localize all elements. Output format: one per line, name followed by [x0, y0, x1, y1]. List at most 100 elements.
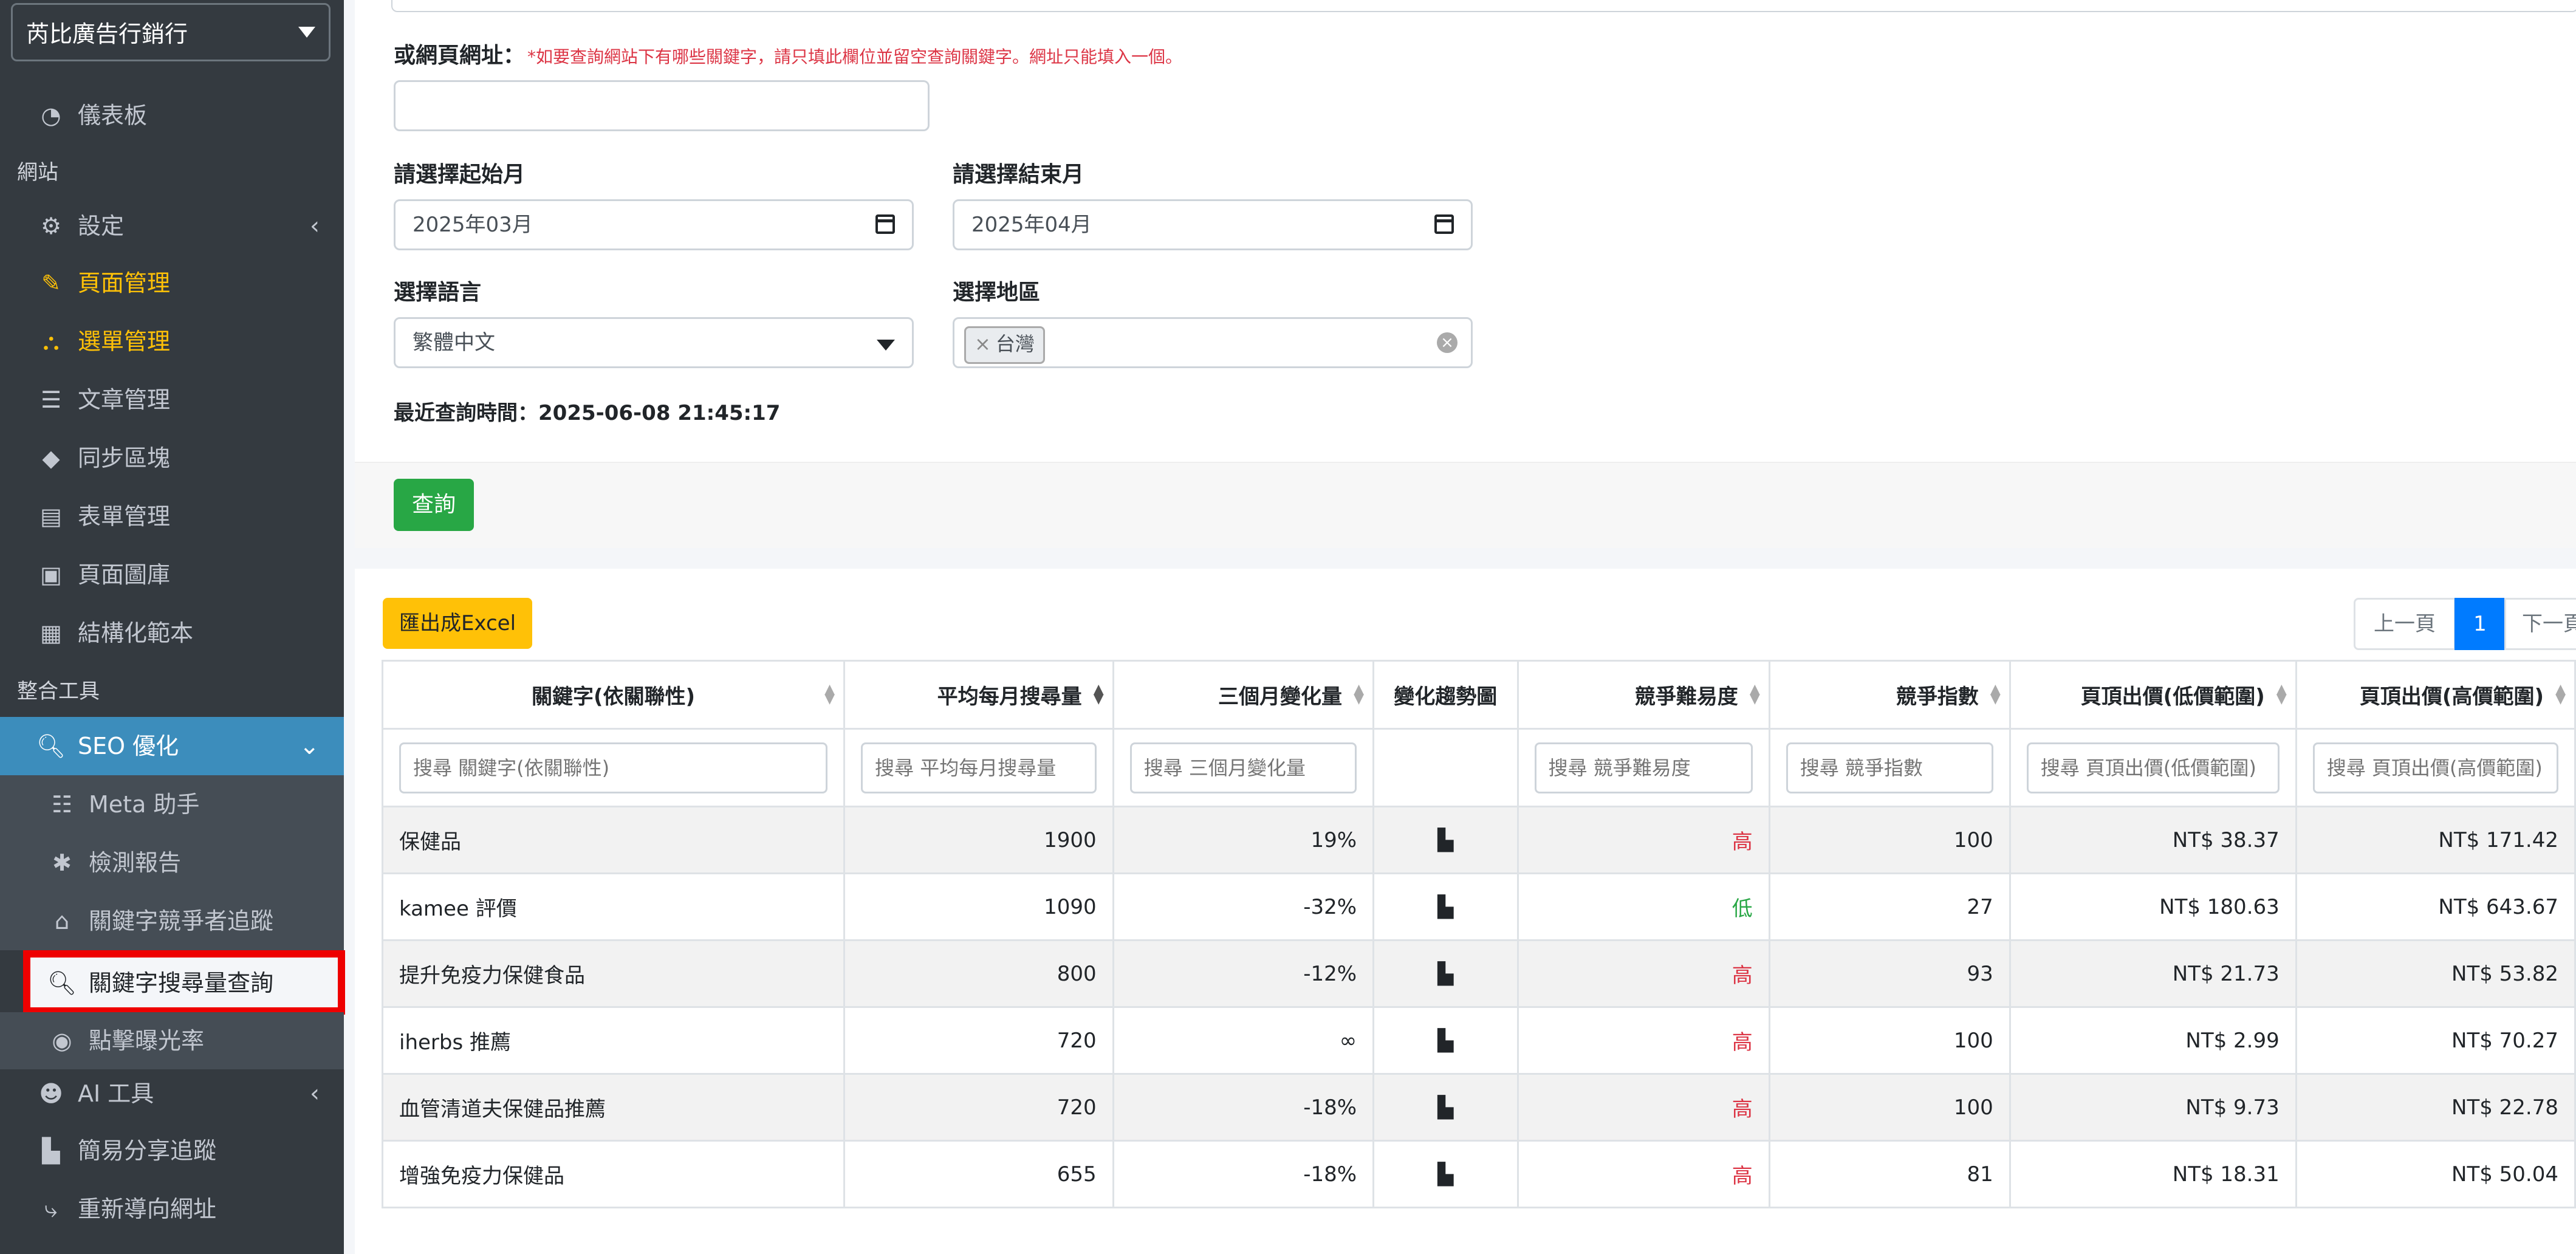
cell-competition: 高 — [1516, 1140, 1770, 1208]
table-row: 提升免疫力保健食品 800 -12% ▙ 高 93 NT$ 21.73 NT$ 53.82 — [381, 939, 2576, 1008]
remove-tag-icon[interactable]: × — [975, 332, 991, 355]
trend-chart-icon[interactable]: ▙ — [1437, 962, 1453, 986]
header-three-month-change[interactable]: 三個月變化量 ▲ ▼ — [1112, 660, 1375, 730]
sidebar-item-label: Meta 助手 — [89, 791, 200, 818]
diamond-icon: ◆ — [42, 445, 60, 471]
filter-index-input[interactable] — [1786, 742, 1993, 793]
url-input[interactable] — [394, 80, 930, 131]
trend-chart-icon[interactable]: ▙ — [1437, 1029, 1453, 1053]
sort-icon: ▲ ▼ — [2555, 682, 2566, 707]
sidebar-item-report[interactable]: ✱ 檢測報告 — [0, 834, 344, 892]
region-tag-label: 台灣 — [995, 332, 1035, 355]
page-1-button[interactable]: 1 — [2454, 598, 2506, 650]
filter-cell — [2009, 728, 2297, 807]
sidebar-item-article-management[interactable]: ☰ 文章管理 — [0, 372, 344, 428]
cell-monthly-volume: 1900 — [843, 806, 1114, 874]
cell-competition-index: 27 — [1768, 872, 2011, 941]
sidebar-item-dashboard[interactable]: ◔ 儀表板 — [0, 87, 344, 143]
sidebar-item-form-management[interactable]: ▤ 表單管理 — [0, 488, 344, 544]
sidebar-item-label: 結構化範本 — [78, 620, 194, 646]
cell-three-month-change: -12% — [1112, 939, 1375, 1008]
sidebar-item-redirect[interactable]: ⤷ 重新導向網址 — [0, 1181, 344, 1237]
cell-keyword: 提升免疫力保健食品 — [381, 939, 846, 1008]
filter-bid-high-input[interactable] — [2312, 742, 2558, 793]
filter-keyword-input[interactable] — [399, 742, 828, 793]
next-page-button[interactable]: 下一頁 — [2504, 598, 2576, 650]
sidebar-item-page-gallery[interactable]: ▣ 頁面圖庫 — [0, 547, 344, 603]
language-select[interactable]: 繁體中文 — [394, 317, 914, 368]
sidebar-item-structured-templates[interactable]: ▦ 結構化範本 — [0, 605, 344, 661]
table-filter-row — [381, 728, 2576, 807]
sidebar-item-page-management[interactable]: ✎ 頁面管理 — [0, 255, 344, 311]
end-month-value: 2025年04月 — [971, 213, 1092, 237]
prev-page-button[interactable]: 上一頁 — [2354, 598, 2456, 650]
caret-down-icon — [298, 27, 315, 38]
header-top-bid-high[interactable]: 頁頂出價(高價範圍) ▲ ▼ — [2295, 660, 2576, 730]
sidebar-item-label: AI 工具 — [78, 1080, 154, 1107]
edit-page-icon: ✎ — [41, 270, 61, 296]
export-excel-button[interactable]: 匯出成Excel — [383, 598, 532, 649]
sidebar: 芮比廣告行銷行 ◔ 儀表板 網站 ⚙ 設定 ‹ ✎ 頁面管理 ⛬ 選單管理 ☰ … — [0, 0, 345, 1254]
cell-competition: 高 — [1516, 939, 1770, 1008]
bar-chart-icon: ▙ — [42, 1137, 60, 1164]
section-header-tools: 整合工具 — [17, 679, 100, 704]
cell-competition-index: 100 — [1768, 1006, 2011, 1075]
header-label: 競爭指數 — [1896, 685, 1979, 709]
header-competition[interactable]: 競爭難易度 ▲ ▼ — [1516, 660, 1770, 730]
sort-icon: ▲ ▼ — [2276, 682, 2287, 707]
site-selector[interactable]: 芮比廣告行銷行 — [11, 3, 331, 61]
cell-monthly-volume: 720 — [843, 1073, 1114, 1142]
sidebar-item-label: SEO 優化 — [78, 733, 179, 759]
sidebar-item-competitor-tracking[interactable]: ⌂ 關鍵字競爭者追蹤 — [0, 892, 344, 950]
dashboard-icon: ◔ — [41, 102, 61, 129]
sidebar-item-seo[interactable]: 🔍︎ SEO 優化 ⌄ — [0, 717, 344, 775]
filter-competition-input[interactable] — [1534, 742, 1753, 793]
start-month-input[interactable]: 2025年03月 — [394, 199, 914, 250]
sidebar-item-share-tracking[interactable]: ▙ 簡易分享追蹤 — [0, 1123, 344, 1179]
table-row: iherbs 推薦 720 ∞ ▙ 高 100 NT$ 2.99 NT$ 70.27 — [381, 1006, 2576, 1075]
sidebar-item-ctr[interactable]: ◉ 點擊曝光率 — [0, 1012, 344, 1069]
filter-volume-input[interactable] — [861, 742, 1097, 793]
site-name: 芮比廣告行銷行 — [26, 21, 188, 47]
clear-icon[interactable]: × — [1437, 332, 1458, 353]
end-month-input[interactable]: 2025年04月 — [953, 199, 1473, 250]
sidebar-item-label: 簡易分享追蹤 — [78, 1137, 217, 1164]
sidebar-item-label: 文章管理 — [78, 386, 171, 413]
sidebar-item-settings[interactable]: ⚙ 設定 ‹ — [0, 198, 344, 254]
header-top-bid-low[interactable]: 頁頂出價(低價範圍) ▲ ▼ — [2009, 660, 2297, 730]
header-keyword[interactable]: 關鍵字(依關聯性) ▲ ▼ — [381, 660, 846, 730]
region-select[interactable]: × 台灣 × — [953, 317, 1473, 368]
trend-chart-icon[interactable]: ▙ — [1437, 828, 1453, 852]
calendar-icon[interactable] — [1434, 214, 1454, 234]
sidebar-item-label: 表單管理 — [78, 503, 171, 530]
region-tag[interactable]: × 台灣 — [964, 326, 1045, 364]
trend-chart-icon[interactable]: ▙ — [1437, 1095, 1453, 1120]
chevron-down-icon: ⌄ — [299, 732, 320, 760]
sidebar-item-ai-tools[interactable]: ☻ AI 工具 ‹ — [0, 1066, 344, 1122]
sidebar-item-sync-blocks[interactable]: ◆ 同步區塊 — [0, 430, 344, 486]
query-button[interactable]: 查詢 — [394, 479, 474, 531]
sidebar-item-meta-helper[interactable]: ☷ Meta 助手 — [0, 775, 344, 834]
header-competition-index[interactable]: 競爭指數 ▲ ▼ — [1768, 660, 2011, 730]
cell-top-bid-low: NT$ 38.37 — [2009, 806, 2297, 874]
trend-chart-icon[interactable]: ▙ — [1437, 895, 1453, 919]
cell-trend: ▙ — [1372, 806, 1519, 874]
keyword-table: 關鍵字(依關聯性) ▲ ▼ 平均每月搜尋量 ▲ ▼ 三個月變化量 ▲ ▼ 變化趨勢圖 競爭難… — [381, 660, 2576, 1208]
table-row: 保健品 1900 19% ▙ 高 100 NT$ 38.37 NT$ 171.42 — [381, 806, 2576, 874]
cell-competition: 高 — [1516, 1073, 1770, 1142]
trend-chart-icon[interactable]: ▙ — [1437, 1162, 1453, 1187]
language-value: 繁體中文 — [413, 331, 495, 355]
cell-three-month-change: -18% — [1112, 1073, 1375, 1142]
calendar-icon[interactable] — [875, 214, 895, 234]
filter-bid-low-input[interactable] — [2026, 742, 2280, 793]
start-month-value: 2025年03月 — [413, 213, 533, 237]
header-monthly-volume[interactable]: 平均每月搜尋量 ▲ ▼ — [843, 660, 1114, 730]
chevron-left-icon: ‹ — [310, 1080, 320, 1108]
sitemap-icon: ⛬ — [43, 328, 60, 355]
filter-change-input[interactable] — [1129, 742, 1357, 793]
header-label: 平均每月搜尋量 — [937, 685, 1082, 709]
cell-monthly-volume: 1090 — [843, 872, 1114, 941]
url-label: 或網頁網址： — [394, 43, 526, 68]
form-icon: ▤ — [40, 503, 62, 530]
sidebar-item-menu-management[interactable]: ⛬ 選單管理 — [0, 314, 344, 369]
